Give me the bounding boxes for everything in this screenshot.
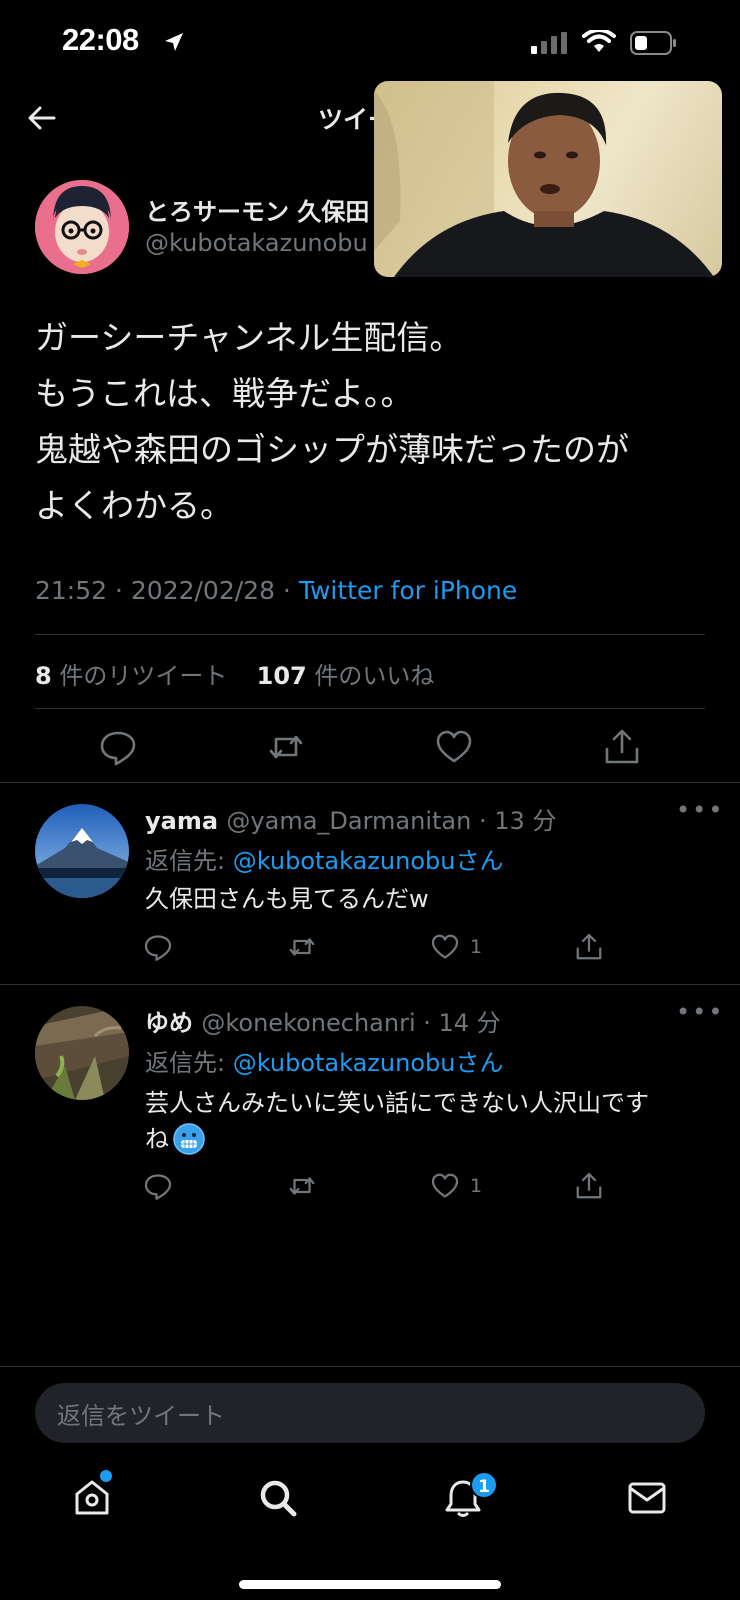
- divider: [0, 1366, 740, 1367]
- freezing-face-emoji: [173, 1123, 205, 1155]
- divider: [35, 708, 705, 709]
- reply-compose-placeholder: 返信をツイート: [57, 1402, 225, 1430]
- reply-text-content: 芸人さんみたいに笑い話にできない人沢山です ね: [145, 1089, 649, 1153]
- author-handle[interactable]: @kubotakazunobu: [145, 229, 368, 257]
- wifi-icon: [582, 30, 616, 52]
- reply-time: · 14 分: [415, 1009, 501, 1037]
- more-icon[interactable]: •••: [676, 998, 724, 1026]
- divider: [0, 984, 740, 985]
- search-icon[interactable]: [257, 1477, 299, 1519]
- author-avatar[interactable]: [35, 180, 129, 274]
- likes-stat[interactable]: 107 件のいいね: [257, 662, 435, 690]
- reply-to: 返信先: @kubotakazunobuさん: [145, 841, 503, 876]
- reply-icon[interactable]: [143, 932, 173, 962]
- reply-header: yama @yama_Darmanitan · 13 分: [145, 801, 556, 836]
- tweet-stats: 8 件のリツイート 107 件のいいね: [35, 656, 434, 691]
- like-icon[interactable]: [430, 932, 460, 962]
- battery-icon: [630, 31, 676, 55]
- reply-like-count: 1: [470, 936, 483, 958]
- divider: [35, 634, 705, 635]
- reply-name[interactable]: yama: [145, 807, 218, 835]
- location-arrow-icon: [165, 33, 183, 51]
- author-name[interactable]: とろサーモン 久保田: [145, 192, 369, 227]
- like-count: 107: [256, 662, 307, 690]
- divider: [0, 782, 740, 783]
- reply-to-mention[interactable]: @kubotakazunobuさん: [233, 1049, 504, 1077]
- home-indicator[interactable]: [239, 1580, 501, 1589]
- back-arrow-icon[interactable]: [24, 100, 60, 136]
- reply-icon[interactable]: [143, 1171, 173, 1201]
- reply-to-label: 返信先:: [145, 1049, 233, 1077]
- reply-handle[interactable]: @yama_Darmanitan: [226, 807, 471, 835]
- notifications-badge: 1: [470, 1471, 498, 1499]
- more-icon[interactable]: •••: [676, 796, 724, 824]
- reply-icon[interactable]: [98, 727, 138, 767]
- retweet-icon[interactable]: [287, 932, 317, 962]
- reply-name[interactable]: ゆめ: [145, 1009, 193, 1037]
- reply-to: 返信先: @kubotakazunobuさん: [145, 1043, 503, 1078]
- like-label: 件のいいね: [306, 662, 435, 690]
- signal-icon: [531, 32, 567, 54]
- tweet-text: ガーシーチャンネル生配信。 もうこれは、戦争だよ。。 鬼越や森田のゴシップが薄味…: [35, 318, 629, 525]
- home-icon[interactable]: [72, 1477, 112, 1517]
- tweet-timestamp: 21:52 · 2022/02/28 ·: [35, 576, 299, 605]
- home-unread-dot: [100, 1470, 112, 1482]
- share-icon[interactable]: [574, 1171, 604, 1201]
- reply-handle[interactable]: @konekonechanri: [201, 1009, 415, 1037]
- share-icon[interactable]: [574, 932, 604, 962]
- status-time: 22:08: [62, 22, 139, 57]
- like-icon[interactable]: [430, 1171, 460, 1201]
- share-icon[interactable]: [602, 727, 642, 767]
- reply-to-mention[interactable]: @kubotakazunobuさん: [233, 847, 504, 875]
- reply-like[interactable]: 1: [430, 932, 482, 962]
- like-icon[interactable]: [434, 727, 474, 767]
- reply-like-count: 1: [470, 1175, 483, 1197]
- tweet-meta: 21:52 · 2022/02/28 · Twitter for iPhone: [35, 576, 517, 605]
- reply-header: ゆめ @konekonechanri · 14 分: [145, 1003, 501, 1038]
- retweet-count: 8: [35, 662, 52, 690]
- reply-text: 久保田さんも見てるんだw: [145, 885, 429, 913]
- reply-like[interactable]: 1: [430, 1171, 482, 1201]
- retweets-stat[interactable]: 8 件のリツイート: [35, 662, 227, 690]
- retweet-icon[interactable]: [266, 727, 306, 767]
- reply-avatar[interactable]: [35, 1006, 129, 1100]
- reply-text: 芸人さんみたいに笑い話にできない人沢山です ね: [145, 1085, 690, 1157]
- reply-time: · 13 分: [471, 807, 557, 835]
- retweet-label: 件のリツイート: [51, 662, 228, 690]
- tweet-source-link[interactable]: Twitter for iPhone: [299, 576, 517, 605]
- reply-avatar[interactable]: [35, 804, 129, 898]
- picture-in-picture-video[interactable]: [374, 81, 722, 277]
- mail-icon[interactable]: [627, 1481, 667, 1515]
- reply-to-label: 返信先:: [145, 847, 233, 875]
- retweet-icon[interactable]: [287, 1171, 317, 1201]
